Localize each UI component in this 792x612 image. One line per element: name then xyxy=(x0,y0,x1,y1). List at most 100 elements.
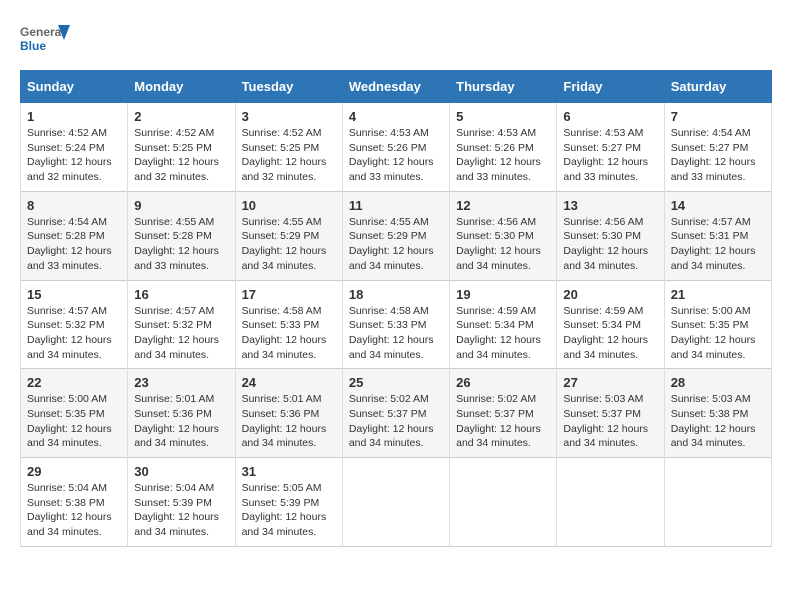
calendar-cell: 13 Sunrise: 4:56 AM Sunset: 5:30 PM Dayli… xyxy=(557,191,664,280)
calendar-cell: 26 Sunrise: 5:02 AM Sunset: 5:37 PM Dayli… xyxy=(450,369,557,458)
calendar-cell: 11 Sunrise: 4:55 AM Sunset: 5:29 PM Dayli… xyxy=(342,191,449,280)
calendar-cell: 6 Sunrise: 4:53 AM Sunset: 5:27 PM Daylig… xyxy=(557,103,664,192)
day-number: 10 xyxy=(242,198,336,213)
calendar-cell: 1 Sunrise: 4:52 AM Sunset: 5:24 PM Daylig… xyxy=(21,103,128,192)
day-number: 24 xyxy=(242,375,336,390)
day-info: Sunrise: 4:55 AM Sunset: 5:28 PM Dayligh… xyxy=(134,215,228,274)
day-number: 1 xyxy=(27,109,121,124)
day-info: Sunrise: 4:52 AM Sunset: 5:24 PM Dayligh… xyxy=(27,126,121,185)
calendar-cell xyxy=(557,458,664,547)
day-info: Sunrise: 5:05 AM Sunset: 5:39 PM Dayligh… xyxy=(242,481,336,540)
calendar-cell: 7Sunrise: 4:54 AM Sunset: 5:27 PM Daylig… xyxy=(664,103,771,192)
calendar-week-3: 15 Sunrise: 4:57 AM Sunset: 5:32 PM Dayli… xyxy=(21,280,772,369)
day-number: 30 xyxy=(134,464,228,479)
day-info: Sunrise: 5:02 AM Sunset: 5:37 PM Dayligh… xyxy=(456,392,550,451)
day-info: Sunrise: 5:03 AM Sunset: 5:38 PM Dayligh… xyxy=(671,392,765,451)
calendar-cell: 31 Sunrise: 5:05 AM Sunset: 5:39 PM Dayli… xyxy=(235,458,342,547)
day-info: Sunrise: 5:01 AM Sunset: 5:36 PM Dayligh… xyxy=(134,392,228,451)
day-header-friday: Friday xyxy=(557,71,664,103)
svg-text:General: General xyxy=(20,25,65,39)
day-header-saturday: Saturday xyxy=(664,71,771,103)
svg-text:Blue: Blue xyxy=(20,39,46,53)
day-info: Sunrise: 4:56 AM Sunset: 5:30 PM Dayligh… xyxy=(456,215,550,274)
day-info: Sunrise: 4:58 AM Sunset: 5:33 PM Dayligh… xyxy=(349,304,443,363)
day-number: 27 xyxy=(563,375,657,390)
day-header-tuesday: Tuesday xyxy=(235,71,342,103)
day-info: Sunrise: 4:54 AM Sunset: 5:28 PM Dayligh… xyxy=(27,215,121,274)
day-number: 31 xyxy=(242,464,336,479)
day-info: Sunrise: 5:03 AM Sunset: 5:37 PM Dayligh… xyxy=(563,392,657,451)
day-info: Sunrise: 5:00 AM Sunset: 5:35 PM Dayligh… xyxy=(671,304,765,363)
day-number: 25 xyxy=(349,375,443,390)
day-header-sunday: Sunday xyxy=(21,71,128,103)
calendar-cell: 19Sunrise: 4:59 AM Sunset: 5:34 PM Dayli… xyxy=(450,280,557,369)
calendar-week-2: 8 Sunrise: 4:54 AM Sunset: 5:28 PM Daylig… xyxy=(21,191,772,280)
calendar-cell: 15 Sunrise: 4:57 AM Sunset: 5:32 PM Dayli… xyxy=(21,280,128,369)
day-info: Sunrise: 4:57 AM Sunset: 5:32 PM Dayligh… xyxy=(134,304,228,363)
day-info: Sunrise: 4:53 AM Sunset: 5:26 PM Dayligh… xyxy=(349,126,443,185)
day-number: 2 xyxy=(134,109,228,124)
day-number: 11 xyxy=(349,198,443,213)
day-info: Sunrise: 4:57 AM Sunset: 5:32 PM Dayligh… xyxy=(27,304,121,363)
page-header: General Blue xyxy=(20,20,772,60)
day-info: Sunrise: 5:00 AM Sunset: 5:35 PM Dayligh… xyxy=(27,392,121,451)
day-number: 8 xyxy=(27,198,121,213)
calendar-cell: 5 Sunrise: 4:53 AM Sunset: 5:26 PM Daylig… xyxy=(450,103,557,192)
day-number: 13 xyxy=(563,198,657,213)
day-info: Sunrise: 4:56 AM Sunset: 5:30 PM Dayligh… xyxy=(563,215,657,274)
day-number: 6 xyxy=(563,109,657,124)
calendar-cell: 30 Sunrise: 5:04 AM Sunset: 5:39 PM Dayli… xyxy=(128,458,235,547)
day-number: 20 xyxy=(563,287,657,302)
day-info: Sunrise: 5:04 AM Sunset: 5:38 PM Dayligh… xyxy=(27,481,121,540)
calendar-cell: 25 Sunrise: 5:02 AM Sunset: 5:37 PM Dayli… xyxy=(342,369,449,458)
calendar-cell: 16Sunrise: 4:57 AM Sunset: 5:32 PM Dayli… xyxy=(128,280,235,369)
calendar-week-5: 29 Sunrise: 5:04 AM Sunset: 5:38 PM Dayli… xyxy=(21,458,772,547)
calendar-cell xyxy=(664,458,771,547)
day-info: Sunrise: 4:58 AM Sunset: 5:33 PM Dayligh… xyxy=(242,304,336,363)
day-info: Sunrise: 5:02 AM Sunset: 5:37 PM Dayligh… xyxy=(349,392,443,451)
day-number: 23 xyxy=(134,375,228,390)
calendar-body: 1 Sunrise: 4:52 AM Sunset: 5:24 PM Daylig… xyxy=(21,103,772,547)
day-number: 28 xyxy=(671,375,765,390)
day-info: Sunrise: 5:04 AM Sunset: 5:39 PM Dayligh… xyxy=(134,481,228,540)
day-header-monday: Monday xyxy=(128,71,235,103)
day-info: Sunrise: 4:53 AM Sunset: 5:27 PM Dayligh… xyxy=(563,126,657,185)
calendar-table: SundayMondayTuesdayWednesdayThursdayFrid… xyxy=(20,70,772,547)
calendar-cell: 27 Sunrise: 5:03 AM Sunset: 5:37 PM Dayli… xyxy=(557,369,664,458)
day-number: 19 xyxy=(456,287,550,302)
calendar-cell: 4 Sunrise: 4:53 AM Sunset: 5:26 PM Daylig… xyxy=(342,103,449,192)
day-info: Sunrise: 4:52 AM Sunset: 5:25 PM Dayligh… xyxy=(242,126,336,185)
calendar-cell: 2 Sunrise: 4:52 AM Sunset: 5:25 PM Daylig… xyxy=(128,103,235,192)
day-number: 21 xyxy=(671,287,765,302)
calendar-cell: 24 Sunrise: 5:01 AM Sunset: 5:36 PM Dayli… xyxy=(235,369,342,458)
day-info: Sunrise: 4:59 AM Sunset: 5:34 PM Dayligh… xyxy=(563,304,657,363)
calendar-cell xyxy=(342,458,449,547)
calendar-week-4: 22 Sunrise: 5:00 AM Sunset: 5:35 PM Dayli… xyxy=(21,369,772,458)
calendar-cell: 12Sunrise: 4:56 AM Sunset: 5:30 PM Dayli… xyxy=(450,191,557,280)
day-number: 14 xyxy=(671,198,765,213)
day-number: 5 xyxy=(456,109,550,124)
calendar-cell: 29 Sunrise: 5:04 AM Sunset: 5:38 PM Dayli… xyxy=(21,458,128,547)
day-number: 22 xyxy=(27,375,121,390)
day-info: Sunrise: 5:01 AM Sunset: 5:36 PM Dayligh… xyxy=(242,392,336,451)
day-number: 15 xyxy=(27,287,121,302)
calendar-cell: 10Sunrise: 4:55 AM Sunset: 5:29 PM Dayli… xyxy=(235,191,342,280)
day-number: 26 xyxy=(456,375,550,390)
day-info: Sunrise: 4:54 AM Sunset: 5:27 PM Dayligh… xyxy=(671,126,765,185)
day-info: Sunrise: 4:55 AM Sunset: 5:29 PM Dayligh… xyxy=(349,215,443,274)
day-info: Sunrise: 4:53 AM Sunset: 5:26 PM Dayligh… xyxy=(456,126,550,185)
calendar-header: SundayMondayTuesdayWednesdayThursdayFrid… xyxy=(21,71,772,103)
day-number: 18 xyxy=(349,287,443,302)
calendar-cell: 8 Sunrise: 4:54 AM Sunset: 5:28 PM Daylig… xyxy=(21,191,128,280)
calendar-cell: 22 Sunrise: 5:00 AM Sunset: 5:35 PM Dayli… xyxy=(21,369,128,458)
day-number: 17 xyxy=(242,287,336,302)
calendar-cell xyxy=(450,458,557,547)
day-info: Sunrise: 4:52 AM Sunset: 5:25 PM Dayligh… xyxy=(134,126,228,185)
calendar-cell: 21 Sunrise: 5:00 AM Sunset: 5:35 PM Dayli… xyxy=(664,280,771,369)
day-number: 29 xyxy=(27,464,121,479)
calendar-cell: 18 Sunrise: 4:58 AM Sunset: 5:33 PM Dayli… xyxy=(342,280,449,369)
calendar-cell: 17 Sunrise: 4:58 AM Sunset: 5:33 PM Dayli… xyxy=(235,280,342,369)
day-number: 4 xyxy=(349,109,443,124)
logo: General Blue xyxy=(20,20,74,60)
calendar-cell: 20 Sunrise: 4:59 AM Sunset: 5:34 PM Dayli… xyxy=(557,280,664,369)
